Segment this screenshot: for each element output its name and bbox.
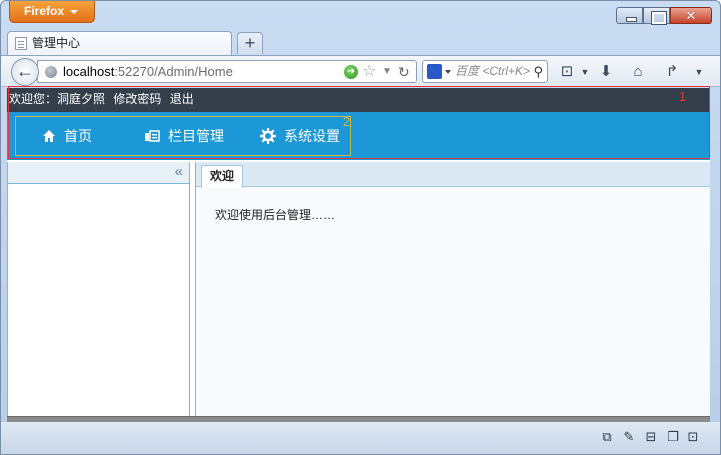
engine-dropdown-icon[interactable]	[445, 70, 451, 74]
logout-link[interactable]: 退出	[170, 92, 194, 106]
welcome-message: 欢迎使用后台管理……	[215, 208, 336, 222]
home-icon	[42, 119, 56, 142]
search-icon[interactable]: ⚲	[533, 64, 543, 79]
url-bar[interactable]: localhost:52270/Admin/Home ➜ ☆ ▼ ↻	[37, 60, 417, 83]
chevron-down-icon	[70, 10, 78, 14]
minimize-button[interactable]	[616, 7, 643, 24]
annotation-number-1: 1	[679, 89, 687, 104]
browser-tab[interactable]: 管理中心	[7, 31, 232, 55]
title-bar: Firefox ✕	[1, 1, 720, 29]
menu-icon[interactable]: ▼	[689, 62, 709, 82]
browser-window: Firefox ✕ 管理中心 + localhost:52270/Admin/H…	[0, 0, 721, 455]
columns-icon	[144, 119, 160, 142]
collapse-icon[interactable]: «	[175, 163, 183, 181]
new-tab-button[interactable]: +	[237, 32, 263, 54]
menu-item-label: 栏目管理	[168, 128, 224, 144]
gear-icon	[259, 120, 277, 145]
url-path: :52270/Admin/Home	[114, 64, 233, 79]
addon-dropdown-icon[interactable]: ▼	[575, 62, 595, 82]
tab-welcome[interactable]: 欢迎	[201, 165, 243, 188]
home-icon[interactable]: ⌂	[628, 62, 648, 82]
tab-strip: 管理中心 +	[1, 29, 720, 55]
bookmark-star-icon[interactable]: ☆	[362, 62, 376, 82]
page-viewport: 欢迎您：洞庭夕照 修改密码 退出 首页 栏目管理 系统设置 1 2 « 欢迎 欢…	[7, 86, 710, 418]
menu-item-label: 系统设置	[284, 128, 340, 144]
addon-icon[interactable]: ⊡	[557, 62, 577, 82]
close-icon: ✕	[685, 8, 697, 23]
window-controls: ✕	[616, 7, 712, 25]
menu-item-columns[interactable]: 栏目管理	[144, 117, 224, 155]
go-arrow-icon[interactable]: ➜	[344, 65, 358, 79]
change-password-link[interactable]: 修改密码	[113, 92, 161, 106]
url-host: localhost	[63, 64, 115, 79]
history-dropdown-icon[interactable]: ▼	[382, 62, 392, 82]
west-panel-header: «	[8, 162, 189, 184]
url-text: localhost:52270/Admin/Home	[63, 61, 233, 82]
firefox-menu-label: Firefox	[24, 4, 65, 18]
addon-bar-icon[interactable]: ⧉	[599, 429, 615, 445]
west-panel: «	[7, 162, 190, 418]
main-menu-bar: 首页 栏目管理 系统设置	[7, 112, 710, 160]
back-arrow-icon: ←	[16, 61, 34, 81]
search-input[interactable]: 百度 <Ctrl+K>	[455, 61, 531, 82]
navigation-toolbar: localhost:52270/Admin/Home ➜ ☆ ▼ ↻ ← 🐾 百…	[1, 55, 720, 87]
page-icon	[15, 37, 27, 50]
center-tabs: 欢迎	[196, 162, 710, 188]
annotation-number-2: 2	[343, 114, 351, 129]
download-icon[interactable]: ⬇	[596, 62, 616, 82]
brush-icon[interactable]: ✎	[621, 429, 637, 445]
maximize-button[interactable]	[643, 7, 670, 25]
firefox-menu-button[interactable]: Firefox	[9, 1, 95, 23]
camera-icon[interactable]: ⊡	[685, 429, 701, 445]
share-icon[interactable]: ↱	[662, 62, 682, 82]
window-icon[interactable]: ❐	[665, 429, 681, 445]
center-panel: 欢迎 欢迎使用后台管理……	[195, 162, 710, 418]
menu-item-label: 首页	[64, 128, 92, 144]
paw-icon[interactable]: 🐾	[427, 64, 442, 79]
close-window-button[interactable]: ✕	[670, 7, 712, 24]
status-bar: ⧉ ✎ ⊟ ❐ ⊡	[1, 422, 720, 454]
mask-icon[interactable]: ⊟	[643, 429, 659, 445]
back-button[interactable]: ←	[11, 58, 39, 86]
menu-item-home[interactable]: 首页	[42, 117, 92, 155]
browser-tab-title: 管理中心	[32, 36, 81, 50]
reload-icon[interactable]: ↻	[398, 62, 410, 82]
menu-item-settings[interactable]: 系统设置	[259, 117, 340, 155]
greeting-text: 欢迎您：洞庭夕照	[9, 92, 106, 106]
menu-group-frame: 首页 栏目管理 系统设置	[15, 116, 351, 156]
globe-icon	[45, 66, 57, 78]
user-bar: 欢迎您：洞庭夕照 修改密码 退出	[7, 88, 710, 112]
search-bar[interactable]: 🐾 百度 <Ctrl+K> ⚲	[422, 60, 548, 83]
